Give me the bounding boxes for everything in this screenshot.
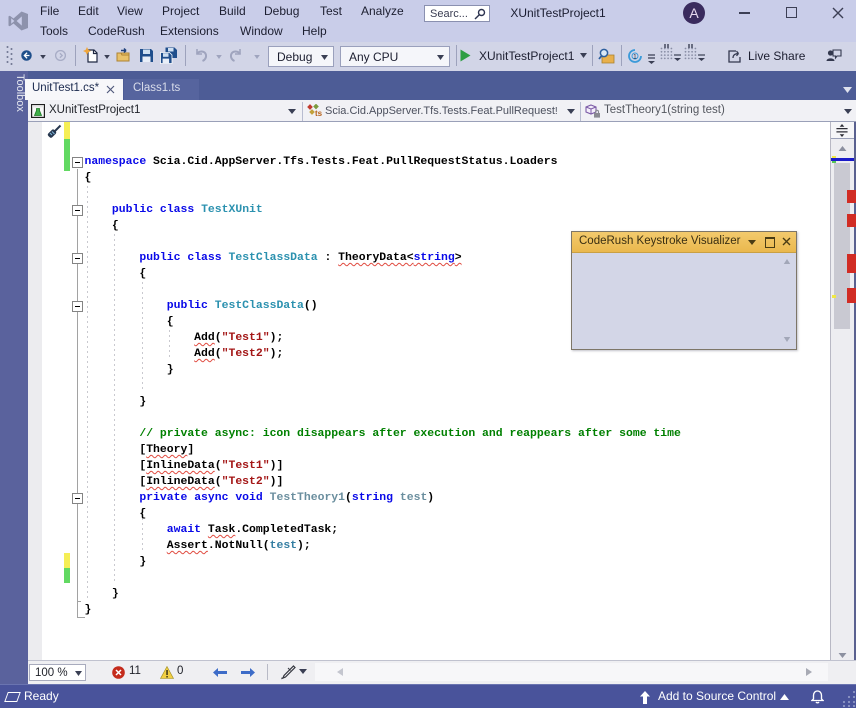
svg-text:1: 1: [633, 54, 637, 60]
svg-text:ts: ts: [315, 109, 322, 118]
